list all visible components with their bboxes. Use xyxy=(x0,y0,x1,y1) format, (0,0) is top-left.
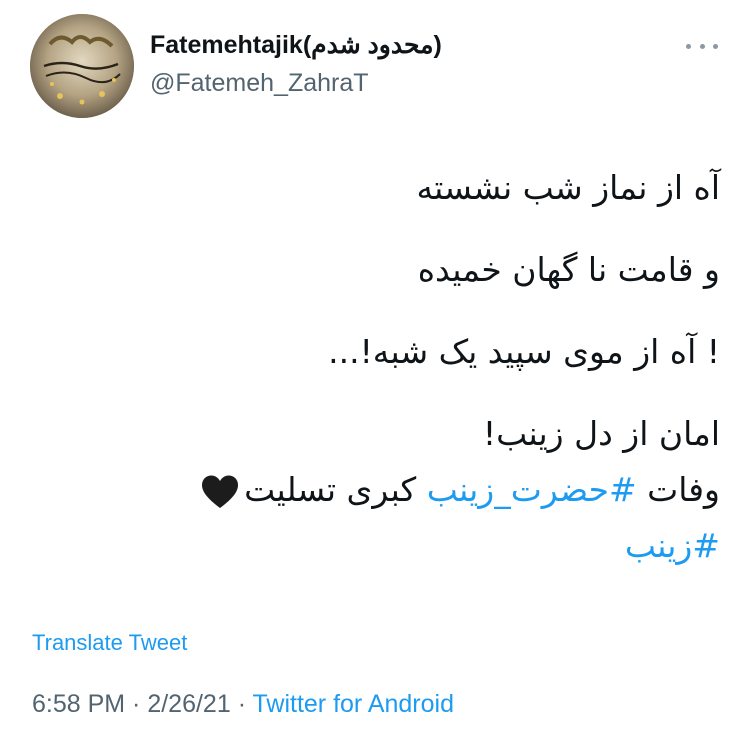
author-handle[interactable]: @Fatemeh_ZahraT xyxy=(150,68,442,98)
tweet-source-link[interactable]: Twitter for Android xyxy=(253,690,454,718)
hashtag-link[interactable]: #زینب xyxy=(625,526,720,565)
tweet-text-segment: کبری تسلیت xyxy=(244,470,427,509)
tweet-line: آه از نماز شب نشسته xyxy=(416,168,720,207)
tweet-line: امان از دل زینب! xyxy=(482,414,720,453)
more-options-button[interactable] xyxy=(686,40,718,52)
meta-separator: · xyxy=(230,690,253,718)
more-horizontal-icon-dot xyxy=(699,43,705,49)
profile-avatar-image xyxy=(30,14,134,118)
black-heart-icon xyxy=(202,475,239,508)
hashtag-link[interactable]: #حضرت_زینب xyxy=(427,470,637,509)
tweet-text-segment: وفات xyxy=(636,470,720,509)
author-display-name[interactable]: Fatemehtajik(محدود شدم) xyxy=(150,30,442,60)
tweet-line: ! آه از موی سپید یک شبه!... xyxy=(328,332,720,371)
meta-separator: · xyxy=(125,690,148,718)
more-horizontal-icon-dot xyxy=(713,43,718,49)
more-horizontal-icon xyxy=(686,43,691,49)
author-block[interactable]: Fatemehtajik(محدود شدم) @Fatemeh_ZahraT xyxy=(150,30,442,98)
tweet-line: #زینب xyxy=(30,518,720,574)
tweet-date[interactable]: 2/26/21 xyxy=(147,690,230,718)
tweet-text: آه از نماز شب نشسته و قامت نا گهان خمیده… xyxy=(30,160,720,574)
tweet-line: وفات #حضرت_زینب کبری تسلیت xyxy=(30,462,720,518)
avatar[interactable] xyxy=(30,14,134,118)
tweet-card: Fatemehtajik(محدود شدم) @Fatemeh_ZahraT … xyxy=(0,0,748,744)
tweet-line: و قامت نا گهان خمیده xyxy=(417,250,720,289)
translate-tweet-link[interactable]: Translate Tweet xyxy=(32,630,187,656)
tweet-time[interactable]: 6:58 PM xyxy=(32,690,125,718)
tweet-metadata: 6:58 PM · 2/26/21 · Twitter for Android xyxy=(32,690,454,719)
